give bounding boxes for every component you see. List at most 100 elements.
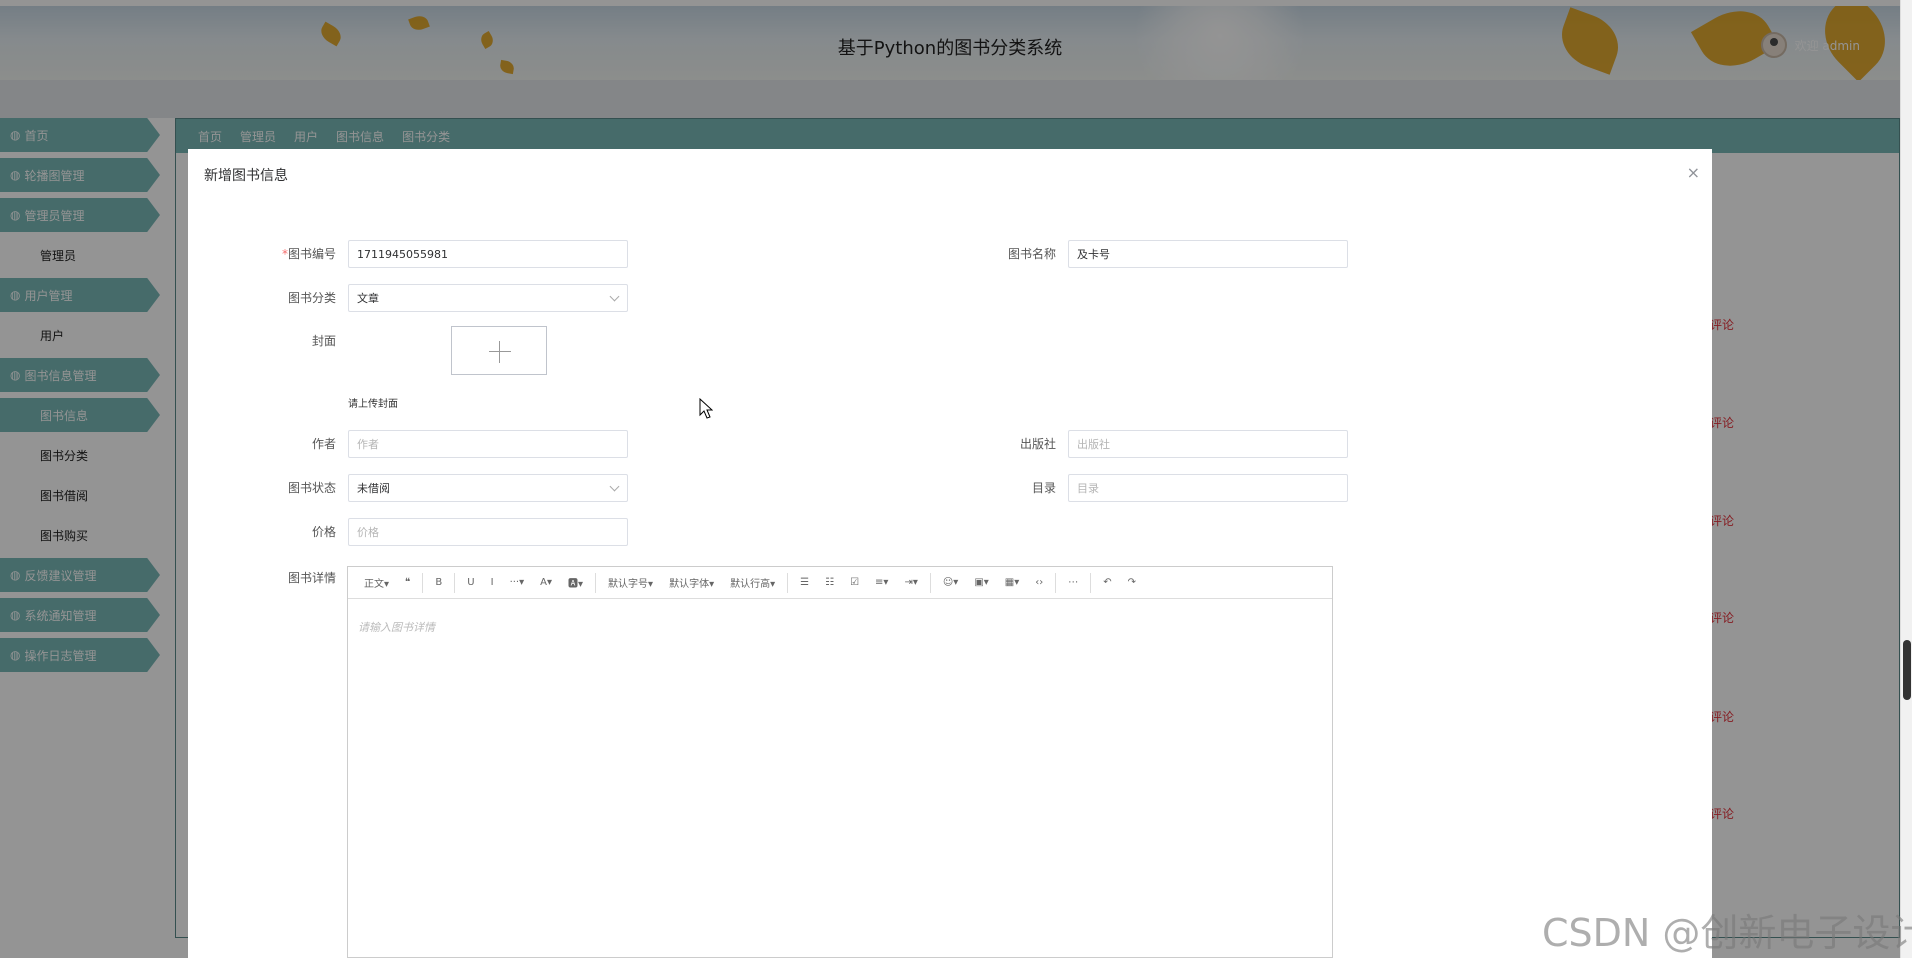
- toolbar-button[interactable]: A▾: [532, 577, 560, 588]
- sidebar-item-label: 用户: [40, 328, 65, 343]
- sidebar-item[interactable]: 图书信息: [0, 398, 160, 432]
- sidebar-item[interactable]: 图书分类: [0, 438, 160, 472]
- dialog-title: 新增图书信息: [204, 168, 288, 184]
- sidebar-item[interactable]: ◍ 管理员管理: [0, 198, 160, 232]
- tab-item[interactable]: 首页: [198, 128, 222, 145]
- sidebar-item-label: 用户管理: [24, 288, 73, 303]
- sidebar-item[interactable]: 图书借阅: [0, 478, 160, 512]
- toolbar-button[interactable]: B: [427, 577, 450, 588]
- page-scrollbar[interactable]: [1900, 0, 1912, 958]
- detail-label: 图书详情: [287, 571, 336, 585]
- page-title: 基于Python的图书分类系统: [837, 38, 1063, 59]
- sidebar-item[interactable]: ◍ 用户管理: [0, 278, 160, 312]
- category-label: 图书分类: [287, 291, 336, 305]
- sidebar-item[interactable]: 管理员: [0, 238, 160, 272]
- comment-link[interactable]: 评论: [1710, 805, 1734, 822]
- app-page: 基于Python的图书分类系统 欢迎 admin ◍ 首页 ◍ 轮播图管理 ◍ 管理员管理…: [0, 0, 1912, 958]
- comment-link[interactable]: 评论: [1710, 414, 1734, 431]
- sidebar-item[interactable]: ◍ 系统通知管理: [0, 598, 160, 632]
- sidebar-item[interactable]: 用户: [0, 318, 160, 352]
- toolbar-button[interactable]: 默认行高▾: [722, 575, 783, 590]
- chevron-down-icon: [609, 291, 620, 302]
- scrollbar-thumb[interactable]: [1903, 640, 1911, 700]
- mouse-cursor-icon: [699, 398, 713, 419]
- status-select[interactable]: 未借阅: [348, 474, 628, 502]
- toolbar-button[interactable]: 默认字体▾: [661, 575, 722, 590]
- toolbar-button[interactable]: ☷: [817, 577, 842, 588]
- toolbar-button[interactable]: 🅰▾: [560, 575, 591, 590]
- price-input[interactable]: 价格: [348, 518, 628, 546]
- editor-placeholder[interactable]: 请输入图书详情: [358, 619, 435, 635]
- toolbar-button[interactable]: ▣▾: [966, 577, 996, 588]
- toolbar-button[interactable]: ☰: [792, 577, 817, 588]
- tab-item[interactable]: 图书信息: [336, 128, 384, 145]
- sidebar-item[interactable]: ◍ 首页: [0, 118, 160, 152]
- sidebar-item-label: 图书信息管理: [24, 368, 97, 383]
- toolbar-button[interactable]: ☺▾: [935, 577, 966, 588]
- bank-icon: ◍: [10, 368, 21, 382]
- book-no-label: *图书编号: [281, 247, 336, 261]
- sidebar-item[interactable]: ◍ 图书信息管理: [0, 358, 160, 392]
- tab-item[interactable]: 管理员: [240, 128, 276, 145]
- comment-link[interactable]: 评论: [1710, 316, 1734, 333]
- bank-icon: ◍: [10, 568, 21, 582]
- book-name-label: 图书名称: [1007, 247, 1056, 261]
- user-menu[interactable]: 欢迎 admin: [1760, 32, 1860, 58]
- comment-link[interactable]: 评论: [1710, 512, 1734, 529]
- welcome-text: 欢迎 admin: [1794, 38, 1860, 53]
- rich-text-editor[interactable]: 正文▾ ❝ B U I ···▾ A▾ 🅰▾ 默认字号▾ 默认字体▾ 默认行高▾ ☰ ☷ ☑ ≡▾ ⇥▾ ☺▾ ▣…: [347, 566, 1333, 958]
- toolbar-button[interactable]: ☑: [842, 577, 867, 588]
- toolbar-button[interactable]: ≡▾: [867, 577, 896, 588]
- toolbar-button[interactable]: ↶: [1095, 577, 1119, 588]
- toolbar-button[interactable]: ⋯: [1060, 577, 1086, 588]
- toolbar-button[interactable]: 正文▾: [356, 575, 397, 590]
- toolbar-button[interactable]: ▦▾: [997, 577, 1027, 588]
- status-value: 未借阅: [357, 482, 390, 495]
- user-icon: ◍: [10, 288, 21, 302]
- tab-item[interactable]: 用户: [294, 128, 318, 145]
- toolbar-separator: [454, 572, 456, 593]
- toolbar-separator: [595, 572, 597, 593]
- category-select[interactable]: 文章: [348, 284, 628, 312]
- sidebar-item[interactable]: ◍ 轮播图管理: [0, 158, 160, 192]
- avatar[interactable]: [1760, 32, 1787, 58]
- comment-link[interactable]: 评论: [1710, 708, 1734, 725]
- toolbar-button[interactable]: ❝: [397, 577, 418, 588]
- sidebar-item-label: 操作日志管理: [24, 648, 97, 663]
- toolbar-button[interactable]: ↷: [1120, 577, 1144, 588]
- sidebar-item[interactable]: ◍ 操作日志管理: [0, 638, 160, 672]
- sidebar-item-label: 图书购买: [40, 528, 89, 543]
- toolbar-button[interactable]: U: [459, 577, 482, 588]
- toolbar-button[interactable]: 默认字号▾: [600, 575, 661, 590]
- sidebar-item[interactable]: ◍ 反馈建议管理: [0, 558, 160, 592]
- book-name-input[interactable]: 及卡号: [1068, 240, 1348, 268]
- author-label: 作者: [311, 437, 336, 451]
- toolbar-button[interactable]: I: [483, 577, 502, 588]
- author-input[interactable]: 作者: [348, 430, 628, 458]
- catalog-label: 目录: [1031, 481, 1056, 495]
- price-label: 价格: [311, 525, 336, 539]
- sidebar-item-label: 轮播图管理: [24, 168, 85, 183]
- toolbar-button[interactable]: ⇥▾: [896, 577, 925, 588]
- toolbar-button[interactable]: ‹›: [1027, 577, 1051, 588]
- gear-icon: ◍: [10, 208, 21, 222]
- leaf-decoration: [408, 13, 430, 33]
- catalog-input[interactable]: 目录: [1068, 474, 1348, 502]
- tab-bar: 首页 管理员 用户 图书信息 图书分类: [176, 119, 1899, 153]
- bank-icon: ◍: [10, 648, 21, 662]
- sidebar-item-label: 管理员管理: [24, 208, 85, 223]
- publisher-input[interactable]: 出版社: [1068, 430, 1348, 458]
- sidebar-item-label: 图书信息: [40, 408, 89, 423]
- home-icon: ◍: [10, 128, 21, 142]
- toolbar-button[interactable]: ···▾: [502, 577, 533, 588]
- sidebar-item-label: 图书分类: [40, 448, 89, 463]
- book-no-input[interactable]: 1711945055981: [348, 240, 628, 268]
- tab-item[interactable]: 图书分类: [402, 128, 450, 145]
- header-banner: 基于Python的图书分类系统 欢迎 admin: [0, 6, 1900, 80]
- close-icon[interactable]: ×: [1687, 163, 1700, 182]
- comment-link[interactable]: 评论: [1710, 609, 1734, 626]
- sidebar-item-label: 系统通知管理: [24, 608, 97, 623]
- grid-icon: ◍: [10, 608, 21, 622]
- sidebar-item[interactable]: 图书购买: [0, 518, 160, 552]
- cover-upload-plus-icon[interactable]: [451, 326, 547, 375]
